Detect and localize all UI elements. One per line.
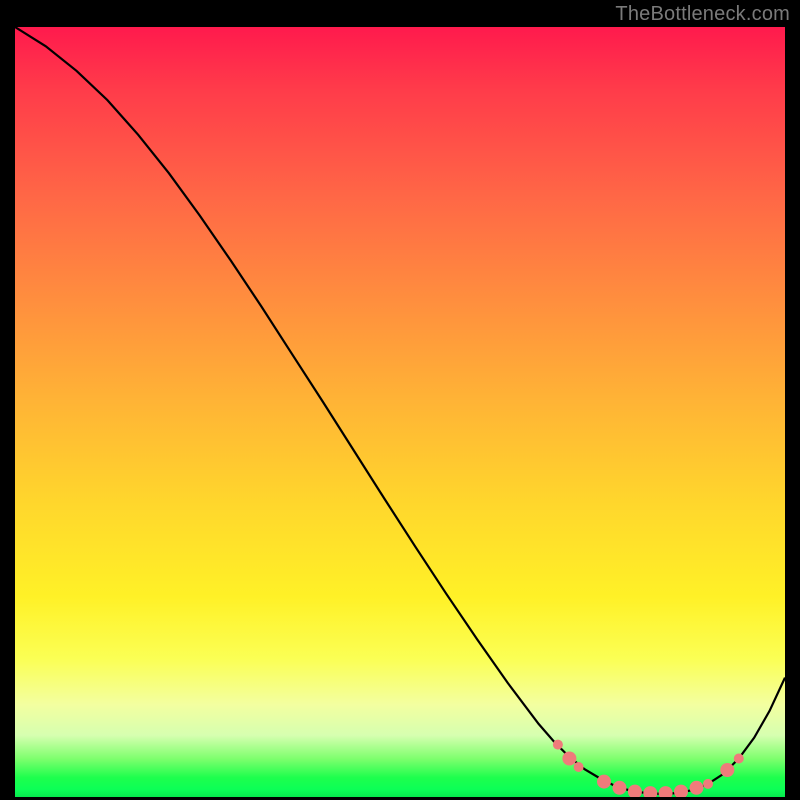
marker-dot — [659, 786, 673, 797]
marker-dot — [734, 754, 744, 764]
marker-dot — [703, 779, 713, 789]
marker-dot — [720, 763, 734, 777]
chart-frame — [15, 27, 785, 797]
marker-dot — [597, 775, 611, 789]
marker-dot — [613, 781, 627, 795]
watermark-text: TheBottleneck.com — [615, 3, 790, 26]
marker-dot — [674, 785, 688, 797]
curve-line — [15, 27, 785, 794]
marker-dot — [553, 740, 563, 750]
marker-dot — [574, 762, 584, 772]
chart-svg — [15, 27, 785, 797]
marker-dot — [690, 781, 704, 795]
marker-dot — [643, 786, 657, 797]
curve-markers — [553, 740, 744, 797]
marker-dot — [562, 752, 576, 766]
marker-dot — [628, 785, 642, 797]
